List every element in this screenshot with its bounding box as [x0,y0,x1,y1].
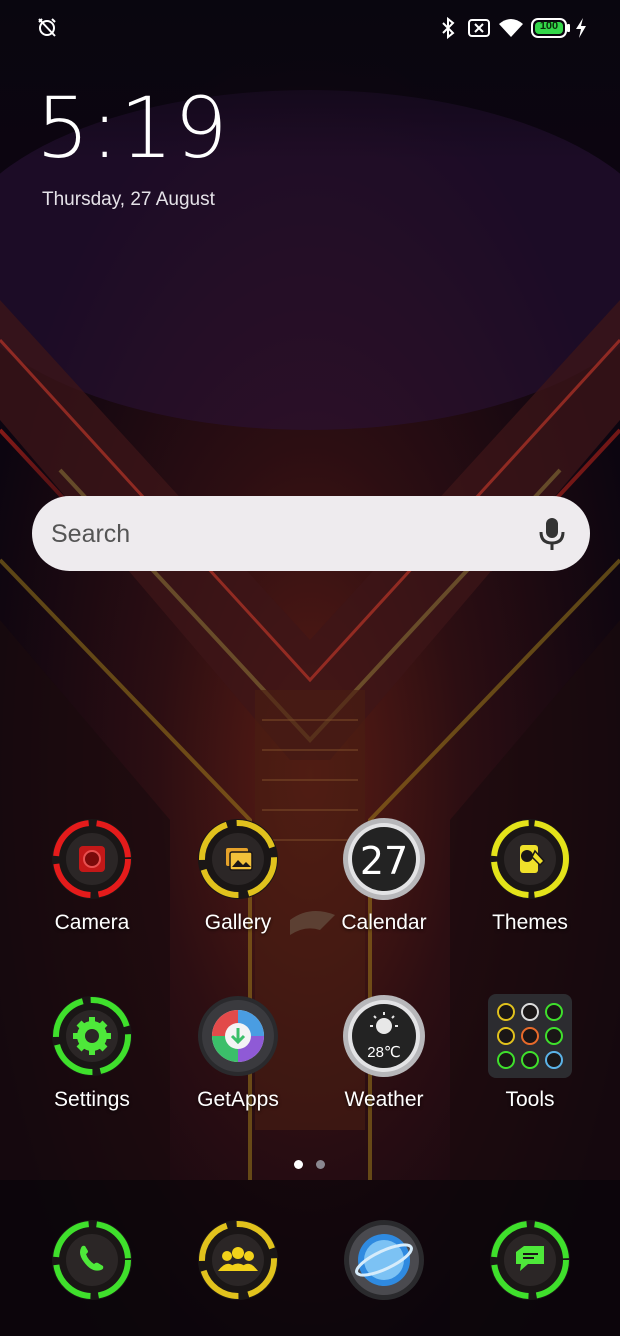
app-settings[interactable]: Settings [22,994,162,1134]
mic-icon[interactable] [538,516,566,557]
app-themes[interactable]: Themes [460,817,600,957]
app-weather[interactable]: 28℃ Weather [314,994,454,1134]
calendar-day: 27 [359,839,409,883]
page-indicator[interactable] [294,1160,326,1170]
dock-phone[interactable] [22,1218,162,1336]
app-camera[interactable]: Camera [22,817,162,957]
phone-icon [50,1218,134,1302]
app-calendar[interactable]: 27 Calendar [314,817,454,957]
search-placeholder: Search [51,520,131,548]
app-label: Tools [505,1088,555,1111]
browser-icon [342,1218,426,1302]
dock-messages[interactable] [460,1218,600,1336]
app-label: Themes [492,911,568,934]
battery-level: 100 [539,20,559,32]
battery-icon: 100 [531,18,571,43]
app-label: Weather [344,1088,424,1111]
no-sim-icon [468,19,490,42]
gallery-icon [196,817,280,901]
bluetooth-icon [440,16,456,45]
tools-folder-icon [488,994,572,1078]
gear-icon [50,994,134,1078]
page-dot-active[interactable] [294,1160,303,1169]
app-getapps[interactable]: GetApps [168,994,308,1134]
clock[interactable]: 5:19 [36,86,229,170]
themes-icon [488,817,572,901]
app-label: Gallery [204,911,272,934]
app-label: Camera [54,911,130,934]
weather-icon: 28℃ [342,994,426,1078]
dock-browser[interactable] [314,1218,454,1336]
app-label: GetApps [197,1088,279,1111]
camera-icon [50,817,134,901]
page-dot[interactable] [316,1160,325,1169]
contacts-icon [196,1218,280,1302]
wifi-icon [498,17,524,44]
search-bar[interactable]: Search [32,496,590,571]
charging-bolt-icon [575,18,587,43]
getapps-icon [196,994,280,1078]
date[interactable]: Thursday, 27 August [42,189,215,211]
dock-contacts[interactable] [168,1218,308,1336]
app-label: Calendar [341,911,427,934]
app-gallery[interactable]: Gallery [168,817,308,957]
app-label: Settings [54,1088,130,1111]
status-bar: 100 [0,0,620,58]
weather-temp: 28℃ [367,1044,401,1061]
folder-tools[interactable]: Tools [460,994,600,1134]
messages-icon [488,1218,572,1302]
calendar-icon: 27 [342,817,426,901]
alarm-off-icon [36,16,58,43]
